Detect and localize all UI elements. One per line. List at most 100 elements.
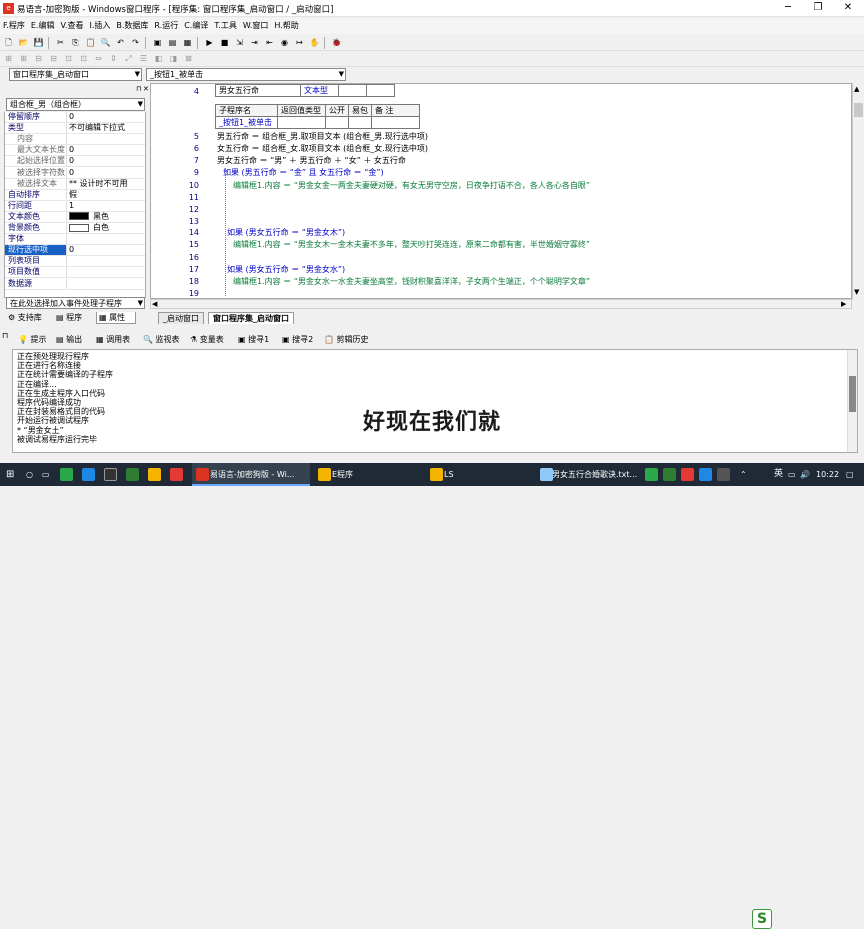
undo-icon[interactable]: ↶ <box>114 36 127 49</box>
panel-close-icon[interactable]: ✕ <box>143 85 149 93</box>
wechat-icon[interactable] <box>60 468 73 481</box>
folder-icon[interactable] <box>148 468 161 481</box>
save-icon[interactable]: 💾 <box>32 36 45 49</box>
step-over-icon[interactable]: ⇥ <box>248 36 261 49</box>
align-left-icon[interactable]: ⊞ <box>2 52 15 65</box>
tab-assembly[interactable]: 窗口程序集_启动窗口 <box>208 312 294 324</box>
volume-icon[interactable]: 🔊 <box>800 463 810 486</box>
tab-output[interactable]: ▤ 输出 <box>56 333 82 347</box>
code-line[interactable]: 如果 (男女五行命 ＝ “男金女木”) <box>227 228 345 238</box>
property-row[interactable]: 被选择字符数 0 <box>5 167 145 179</box>
hand-icon[interactable]: ✋ <box>308 36 321 49</box>
find-icon[interactable]: 🔍 <box>99 36 112 49</box>
property-value[interactable]: ** 设计时不可用 <box>69 179 142 189</box>
minimize-button[interactable]: ─ <box>773 0 803 17</box>
menu-program[interactable]: F.程序 <box>0 18 28 34</box>
panel-pin-icon[interactable]: ⊓ <box>136 85 141 93</box>
property-value[interactable]: 0 <box>69 168 142 178</box>
property-value[interactable]: 0 <box>69 145 142 155</box>
paste-icon[interactable]: 📋 <box>84 36 97 49</box>
same-width-icon[interactable]: ⇔ <box>92 52 105 65</box>
return-type-cell[interactable] <box>277 116 326 129</box>
tray-app-icon[interactable] <box>717 468 730 481</box>
code-line[interactable]: 如果 (男女五行命 ＝ “男金女水”) <box>227 265 345 275</box>
property-value[interactable]: 黑色 <box>69 212 142 222</box>
task-ls[interactable]: LS <box>426 463 534 486</box>
debug-icon[interactable]: 🐞 <box>330 36 343 49</box>
browser-icon[interactable] <box>82 468 95 481</box>
align-right-icon[interactable]: ⊞ <box>17 52 30 65</box>
notification-icon[interactable]: ▢ <box>846 463 854 486</box>
tray-app-icon[interactable] <box>663 468 676 481</box>
property-value[interactable]: 假 <box>69 190 142 200</box>
center-h-icon[interactable]: ⊡ <box>62 52 75 65</box>
lock-icon[interactable]: ⊠ <box>182 52 195 65</box>
menu-view[interactable]: V.查看 <box>57 18 86 34</box>
tray-chevron-icon[interactable]: ⌃ <box>740 463 747 486</box>
remark-cell[interactable] <box>371 116 420 129</box>
align-top-icon[interactable]: ⊟ <box>32 52 45 65</box>
property-row[interactable]: 文本颜色 黑色 <box>5 211 145 223</box>
menu-insert[interactable]: I.插入 <box>86 18 113 34</box>
network-icon[interactable]: ▭ <box>788 463 796 486</box>
align-bottom-icon[interactable]: ⊟ <box>47 52 60 65</box>
code-line[interactable]: 如果 (男五行命 ＝ “金” 且 女五行命 ＝ “金”) <box>223 168 384 178</box>
tray-app-icon[interactable] <box>681 468 694 481</box>
property-row[interactable]: 背景颜色 白色 <box>5 223 145 234</box>
code-editor[interactable]: 4 男女五行命 文本型 子程序名 返回值类型 公开 易包 备 注 _按钮1_被单… <box>150 83 852 299</box>
breakpoint-icon[interactable]: ◉ <box>278 36 291 49</box>
step-into-icon[interactable]: ⇲ <box>233 36 246 49</box>
ime-logo-icon[interactable]: S <box>752 909 772 929</box>
variable-name[interactable]: 男女五行命 <box>215 84 301 97</box>
new-file-icon[interactable]: 🗋 <box>2 36 15 49</box>
ime-indicator[interactable]: 英 <box>774 463 783 486</box>
send-back-icon[interactable]: ◨ <box>167 52 180 65</box>
scroll-up-icon[interactable]: ▲ <box>854 85 859 93</box>
public-cell[interactable] <box>325 116 349 129</box>
variable-cell[interactable] <box>338 84 367 97</box>
scroll-thumb[interactable] <box>854 103 863 117</box>
cut-icon[interactable]: ✂ <box>54 36 67 49</box>
property-row[interactable]: 列表项目 <box>5 256 145 268</box>
menu-compile[interactable]: C.编译 <box>181 18 211 34</box>
sub-name-cell[interactable]: _按钮1_被单击 <box>215 116 278 129</box>
menu-window[interactable]: W.窗口 <box>240 18 272 34</box>
property-value[interactable] <box>69 134 142 144</box>
chat-icon[interactable] <box>126 468 139 481</box>
redo-icon[interactable]: ↷ <box>129 36 142 49</box>
code-line[interactable]: 编辑框1.内容 ＝ “男金女金一两金夫妻硬对硬，有女无男守空房，日夜争打语不合，… <box>233 181 590 191</box>
panel-pin-icon[interactable]: ⊓ <box>2 331 8 340</box>
task-view-icon[interactable]: ▭ <box>42 463 50 486</box>
stop-icon[interactable]: ■ <box>218 36 231 49</box>
grid-icon[interactable]: ▦ <box>181 36 194 49</box>
menu-database[interactable]: B.数据库 <box>113 18 151 34</box>
scroll-left-icon[interactable]: ◀ <box>152 300 157 308</box>
media-icon[interactable] <box>170 468 183 481</box>
subroutine-select[interactable]: _按钮1_被单击 ▼ <box>146 68 346 81</box>
property-value[interactable] <box>69 256 142 266</box>
task-easylang[interactable]: 易语言-加密狗版 - Wi... <box>192 463 310 486</box>
center-v-icon[interactable]: ⊡ <box>77 52 90 65</box>
tab-watch[interactable]: 🔍 监视表 <box>143 333 180 347</box>
close-button[interactable]: ✕ <box>833 0 863 17</box>
assembly-select[interactable]: 窗口程序集_启动窗口 ▼ <box>9 68 142 81</box>
output-scrollbar[interactable] <box>847 350 857 452</box>
property-value[interactable] <box>69 234 142 244</box>
property-value[interactable] <box>69 267 142 277</box>
property-row[interactable]: 项目数值 <box>5 267 145 279</box>
property-value[interactable]: 1 <box>69 201 142 211</box>
variable-type[interactable]: 文本型 <box>300 84 339 97</box>
code-line[interactable]: 女五行命 ＝ 组合框_女.取项目文本 (组合框_女.现行选中项) <box>217 144 428 154</box>
property-row[interactable]: 字体 <box>5 234 145 246</box>
property-row[interactable]: 现行选中项 0 <box>5 245 145 257</box>
property-row[interactable]: 自动排序假 <box>5 189 145 201</box>
property-row[interactable]: 数据源 <box>5 278 145 290</box>
tab-start-window[interactable]: _启动窗口 <box>158 312 204 324</box>
property-value[interactable]: 0 <box>69 156 142 166</box>
property-value[interactable]: 0 <box>69 245 142 255</box>
menu-edit[interactable]: E.编辑 <box>28 18 58 34</box>
start-icon[interactable]: ⊞ <box>6 463 14 486</box>
code-line[interactable]: 编辑框1.内容 ＝ “男金女水一水金夫妻坐高堂，钱财积聚喜洋洋，子女两个生端正，… <box>233 277 590 287</box>
property-row[interactable]: 内容 <box>5 134 145 146</box>
run-to-cursor-icon[interactable]: ↦ <box>293 36 306 49</box>
